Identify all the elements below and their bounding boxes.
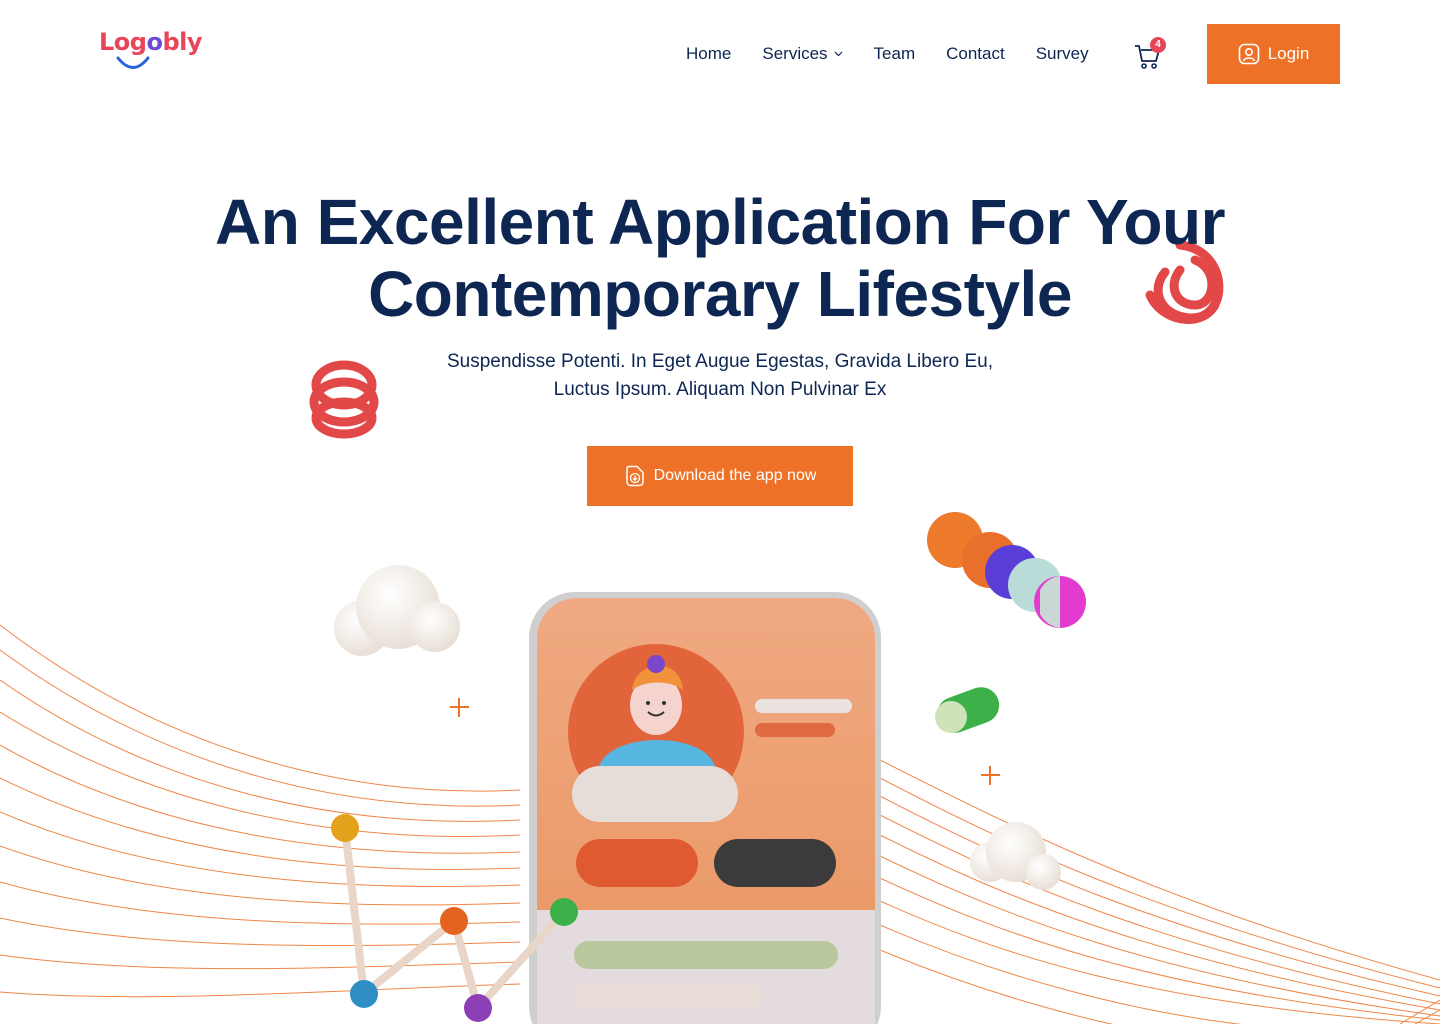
nav-item-home[interactable]: Home: [686, 43, 731, 65]
nav-item-survey[interactable]: Survey: [1036, 43, 1089, 65]
logo-text-b: o: [146, 28, 163, 56]
hero-subtitle: Suspendisse Potenti. In Eget Augue Egest…: [420, 348, 1020, 404]
nav-item-services[interactable]: Services: [762, 43, 842, 65]
hero-illustration: [0, 240, 1440, 1024]
phone-illustration: [529, 592, 881, 1024]
download-app-label: Download the app now: [653, 467, 817, 484]
hero-subtitle-line2: Luctus Ipsum. Aliquam Non Pulvinar Ex: [553, 379, 887, 400]
brand-logo[interactable]: Logobly: [99, 28, 203, 56]
logo-smile-icon: [116, 56, 150, 69]
hero-subtitle-line1: Suspendisse Potenti. In Eget Augue Egest…: [446, 351, 994, 372]
wave-lines-left: [0, 624, 521, 998]
cloud-left: [334, 565, 460, 656]
logo-text-c: bly: [162, 28, 203, 56]
nav-label: Services: [762, 44, 828, 63]
nav-item-contact[interactable]: Contact: [946, 43, 1005, 65]
chevron-down-icon: [834, 51, 842, 57]
hero-title-line1: An Excellent Application For Your: [215, 186, 1226, 258]
plus-left: [450, 698, 469, 717]
toggle-pill: [935, 687, 1000, 733]
login-label: Login: [1267, 44, 1310, 63]
nav-label: Contact: [946, 44, 1005, 63]
main-nav: Home Services Team Contact Survey: [686, 43, 1120, 65]
nav-label: Home: [686, 44, 732, 63]
login-button[interactable]: Login: [1207, 24, 1340, 84]
bead-capsule: [927, 512, 1086, 628]
plus-right: [981, 766, 1000, 785]
spiral-left: [309, 360, 379, 439]
nav-item-team[interactable]: Team: [874, 43, 916, 65]
stick-chart-decoration: [341, 824, 568, 1012]
hero-title: An Excellent Application For Your Contem…: [0, 186, 1440, 330]
logo-text-a: Log: [99, 28, 147, 56]
nav-label: Survey: [1035, 44, 1089, 63]
wave-lines-right: [879, 759, 1440, 1024]
download-icon: [625, 465, 644, 487]
download-app-button[interactable]: Download the app now: [587, 446, 853, 506]
cart-count-badge: 4: [1150, 37, 1166, 53]
nav-label: Team: [873, 44, 916, 63]
user-icon: [1238, 43, 1259, 65]
cloud-right: [970, 822, 1061, 890]
hero-title-line2: Contemporary Lifestyle: [368, 258, 1072, 330]
